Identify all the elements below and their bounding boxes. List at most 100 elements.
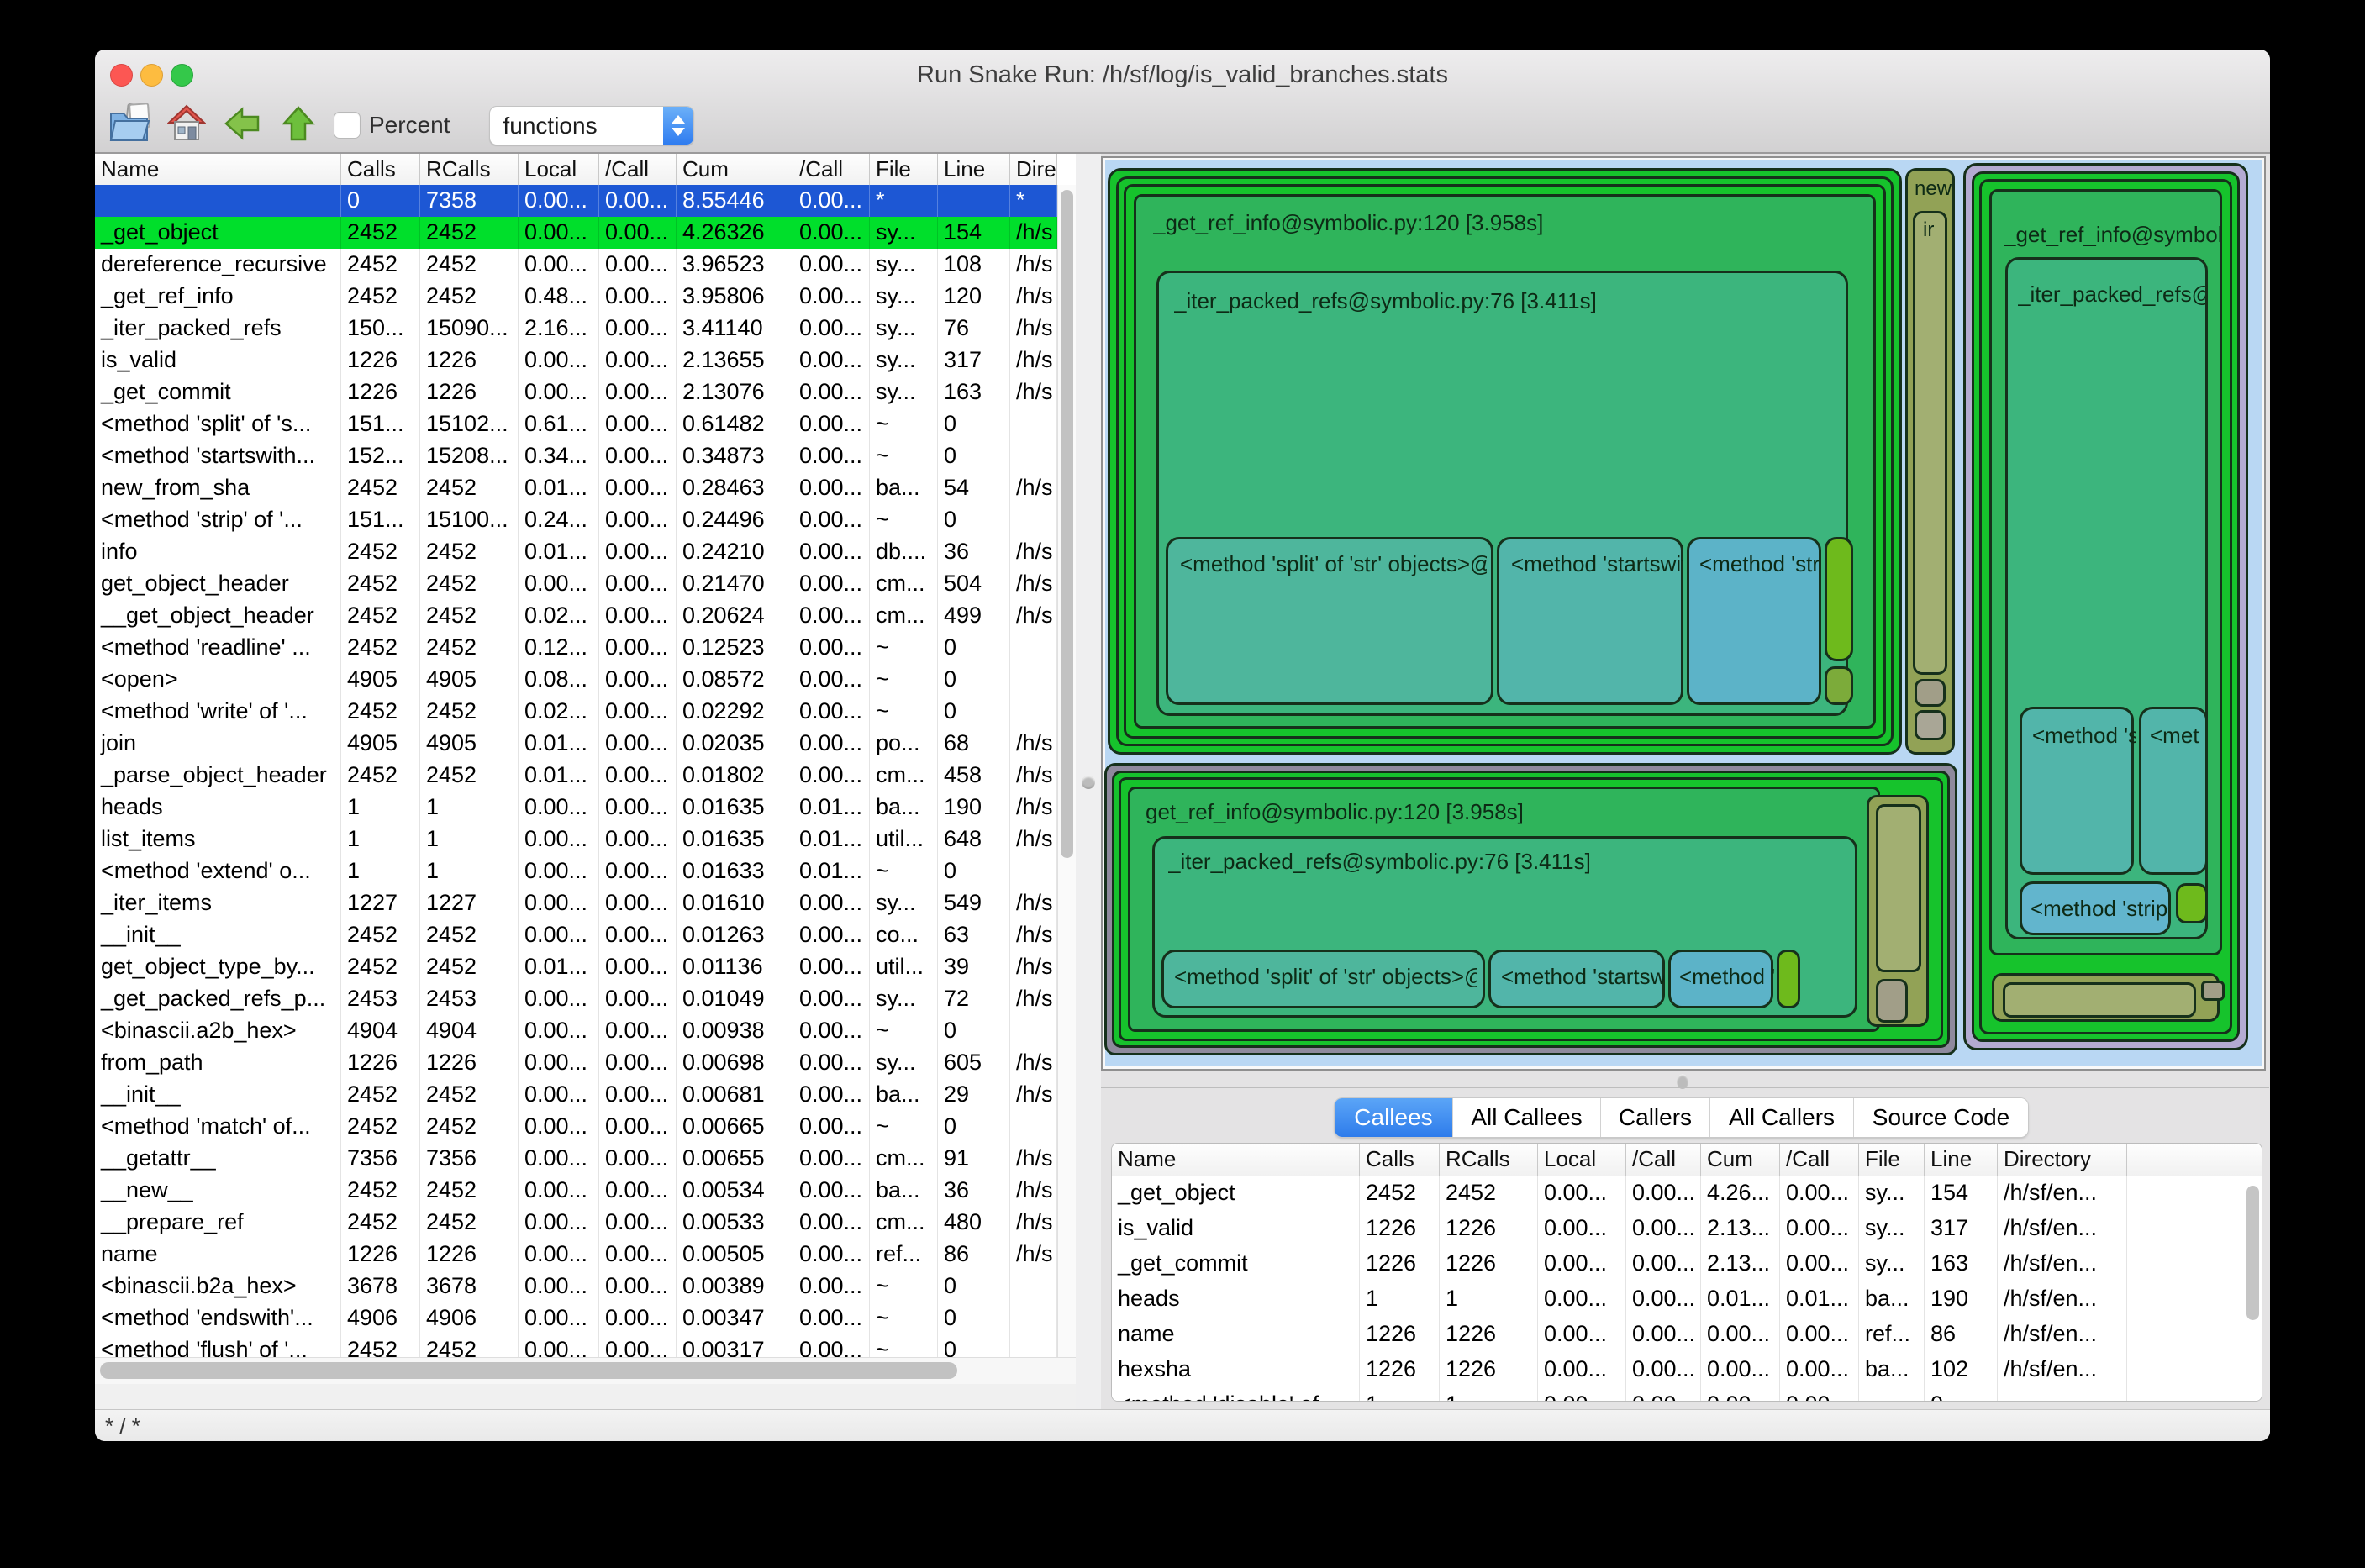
table-row[interactable]: __get_object_header245224520.02...0.00..… xyxy=(95,600,1057,632)
functions-table-vertical-scrollbar[interactable] xyxy=(1057,185,1077,1358)
table-row[interactable]: from_path122612260.00...0.00...0.006980.… xyxy=(95,1047,1057,1079)
column-header-call[interactable]: /Call xyxy=(1780,1144,1859,1176)
map-node-method-split[interactable]: <method 'split' of 'str' objects>@~:( xyxy=(1166,537,1493,705)
table-row[interactable]: _get_commit122612260.00...0.00...2.13...… xyxy=(1112,1246,2262,1281)
column-header-line[interactable]: Line xyxy=(1925,1144,1998,1176)
table-row[interactable]: <method 'flush' of '...245224520.00...0.… xyxy=(95,1334,1057,1358)
table-row[interactable]: _get_packed_refs_p...245324530.00...0.00… xyxy=(95,983,1057,1015)
table-row[interactable]: _get_ref_info245224520.48...0.00...3.958… xyxy=(95,281,1057,313)
map-node-small[interactable] xyxy=(1915,710,1946,740)
table-row[interactable]: dereference_recursive245224520.00...0.00… xyxy=(95,249,1057,281)
map-node-olive-bottom[interactable] xyxy=(1992,973,2220,1022)
map-node-iter-packed-refs[interactable]: _iter_packed_refs@s <method 's <met <met… xyxy=(2005,257,2208,939)
table-row[interactable]: hexsha122612260.00...0.00...0.00...0.00.… xyxy=(1112,1352,2262,1387)
tab-source-code[interactable]: Source Code xyxy=(1854,1098,2028,1137)
column-header-call[interactable]: /Call xyxy=(1626,1144,1701,1176)
map-node-get-ref-info[interactable]: get_ref_info@symbolic.py:120 [3.958s] _i… xyxy=(1128,787,1880,1032)
table-row[interactable]: <binascii.a2b_hex>490449040.00...0.00...… xyxy=(95,1015,1057,1047)
column-header-rcalls[interactable]: RCalls xyxy=(1440,1144,1538,1176)
map-node-small[interactable] xyxy=(1876,979,1908,1023)
table-row[interactable]: _iter_packed_refs150...15090...2.16...0.… xyxy=(95,313,1057,345)
table-row[interactable]: <method 'write' of '...245224520.02...0.… xyxy=(95,696,1057,728)
vertical-scrollbar-thumb[interactable] xyxy=(1061,190,1073,858)
table-row[interactable]: get_object_type_by...245224520.01...0.00… xyxy=(95,951,1057,983)
table-row[interactable]: <method 'readline' ...245224520.12...0.0… xyxy=(95,632,1057,664)
title-bar[interactable]: Run Snake Run: /h/sf/log/is_valid_branch… xyxy=(95,50,2270,98)
map-node-ir[interactable]: ir xyxy=(1913,211,1947,675)
column-header-file[interactable]: File xyxy=(870,154,938,185)
column-header-line[interactable]: Line xyxy=(938,154,1010,185)
open-folder-icon[interactable] xyxy=(108,103,155,148)
column-header-name[interactable]: Name xyxy=(1112,1144,1360,1176)
map-node-get-ref-info[interactable]: _get_ref_info@symbolic _iter_packed_refs… xyxy=(1989,189,2222,955)
column-header-local[interactable]: Local xyxy=(1538,1144,1626,1176)
table-row[interactable]: new_from_sha245224520.01...0.00...0.2846… xyxy=(95,472,1057,504)
table-row[interactable]: join490549050.01...0.00...0.020350.00...… xyxy=(95,728,1057,760)
map-node-method-startswith[interactable]: <method 'startswit xyxy=(1497,537,1683,705)
table-row[interactable]: _get_object245224520.00...0.00...4.26326… xyxy=(95,217,1057,249)
map-node-method[interactable]: <method 's xyxy=(2020,707,2134,875)
table-row[interactable]: <binascii.b2a_hex>367836780.00...0.00...… xyxy=(95,1271,1057,1302)
percent-checkbox[interactable] xyxy=(334,112,361,139)
map-node-get-ref-info[interactable]: _get_ref_info@symbolic.py:120 [3.958s] _… xyxy=(1134,194,1876,729)
table-row[interactable]: name122612260.00...0.00...0.00...0.00...… xyxy=(1112,1317,2262,1352)
table-row[interactable]: is_valid122612260.00...0.00...2.13...0.0… xyxy=(1112,1211,2262,1246)
view-type-select[interactable]: functions xyxy=(489,106,694,145)
table-row[interactable]: __prepare_ref245224520.00...0.00...0.005… xyxy=(95,1207,1057,1239)
table-row[interactable]: <method 'extend' o...110.00...0.00...0.0… xyxy=(95,855,1057,887)
table-row[interactable]: heads110.00...0.00...0.016350.01...ba...… xyxy=(95,792,1057,823)
map-node-new[interactable]: new ir xyxy=(1905,168,1955,755)
functions-table-header[interactable]: NameCallsRCallsLocal/CallCum/CallFileLin… xyxy=(95,154,1057,186)
tab-all-callees[interactable]: All Callees xyxy=(1453,1098,1601,1137)
column-header-file[interactable]: File xyxy=(1859,1144,1925,1176)
table-row[interactable]: <method 'disable' of...110.00...0.00...0… xyxy=(1112,1387,2262,1401)
map-node-small[interactable] xyxy=(1876,804,1921,972)
map-node-root-top[interactable]: _get_ref_info@symbolic.py:120 [3.958s] _… xyxy=(1108,168,1902,755)
table-row[interactable]: <method 'strip' of '...151...15100...0.2… xyxy=(95,504,1057,536)
table-row[interactable]: get_object_header245224520.00...0.00...0… xyxy=(95,568,1057,600)
map-node-root-bottom[interactable]: get_ref_info@symbolic.py:120 [3.958s] _i… xyxy=(1104,763,1957,1055)
column-header-cum[interactable]: Cum xyxy=(677,154,793,185)
table-row[interactable]: _parse_object_header245224520.01...0.00.… xyxy=(95,760,1057,792)
column-header-calls[interactable]: Calls xyxy=(341,154,420,185)
column-header-calls[interactable]: Calls xyxy=(1360,1144,1440,1176)
map-node-root-right[interactable]: _get_ref_info@symbolic _iter_packed_refs… xyxy=(1963,163,2248,1050)
column-header-directory[interactable]: Directory xyxy=(1998,1144,2127,1176)
map-node-small[interactable] xyxy=(2201,981,2225,1001)
table-row[interactable]: list_items110.00...0.00...0.016350.01...… xyxy=(95,823,1057,855)
squaremap-view[interactable]: _get_ref_info@symbolic.py:120 [3.958s] _… xyxy=(1101,156,2266,1071)
table-row[interactable]: <method 'startswith...152...15208...0.34… xyxy=(95,440,1057,472)
table-row[interactable]: <method 'match' of...245224520.00...0.00… xyxy=(95,1111,1057,1143)
map-node-small[interactable] xyxy=(1825,537,1853,661)
table-row[interactable]: info245224520.01...0.00...0.242100.00...… xyxy=(95,536,1057,568)
table-row[interactable]: name122612260.00...0.00...0.005050.00...… xyxy=(95,1239,1057,1271)
table-row[interactable]: heads110.00...0.00...0.01...0.01...ba...… xyxy=(1112,1281,2262,1317)
map-node-iter-packed-refs[interactable]: _iter_packed_refs@symbolic.py:76 [3.411s… xyxy=(1152,836,1857,1018)
tab-callers[interactable]: Callers xyxy=(1601,1098,1710,1137)
map-node-small[interactable] xyxy=(1777,950,1800,1008)
map-node-method-strip[interactable]: <method 'sti xyxy=(1668,950,1773,1008)
table-row[interactable]: _iter_items122712270.00...0.00...0.01610… xyxy=(95,887,1057,919)
up-arrow-icon[interactable] xyxy=(282,106,315,145)
table-row[interactable]: __new__245224520.00...0.00...0.005340.00… xyxy=(95,1175,1057,1207)
map-node-small[interactable] xyxy=(2176,883,2208,923)
column-header-local[interactable]: Local xyxy=(519,154,599,185)
map-node-method-split[interactable]: <method 'split' of 'str' objects>@~ xyxy=(1161,950,1485,1008)
column-header-call[interactable]: /Call xyxy=(599,154,677,185)
map-node-method-strip[interactable]: <method 'str xyxy=(1687,537,1821,705)
tab-all-callers[interactable]: All Callers xyxy=(1710,1098,1854,1137)
map-node-small[interactable] xyxy=(1915,679,1946,707)
callees-scrollbar-thumb[interactable] xyxy=(2246,1186,2259,1320)
table-row[interactable]: __init__245224520.00...0.00...0.006810.0… xyxy=(95,1079,1057,1111)
column-header-name[interactable]: Name xyxy=(95,154,341,185)
table-row[interactable]: __init__245224520.00...0.00...0.012630.0… xyxy=(95,919,1057,951)
table-row[interactable]: 073580.00...0.00...8.554460.00...** xyxy=(95,185,1057,217)
map-node-olive-column[interactable] xyxy=(1867,795,1929,1027)
table-row[interactable]: <method 'endswith'...490649060.00...0.00… xyxy=(95,1302,1057,1334)
table-row[interactable]: is_valid122612260.00...0.00...2.136550.0… xyxy=(95,345,1057,376)
tab-callees[interactable]: Callees xyxy=(1335,1098,1453,1137)
map-node-method-strip[interactable]: <method 'strip xyxy=(2020,881,2171,935)
table-row[interactable]: __getattr__735673560.00...0.00...0.00655… xyxy=(95,1143,1057,1175)
back-arrow-icon[interactable] xyxy=(224,106,260,145)
map-node-iter-packed-refs[interactable]: _iter_packed_refs@symbolic.py:76 [3.411s… xyxy=(1156,271,1848,716)
